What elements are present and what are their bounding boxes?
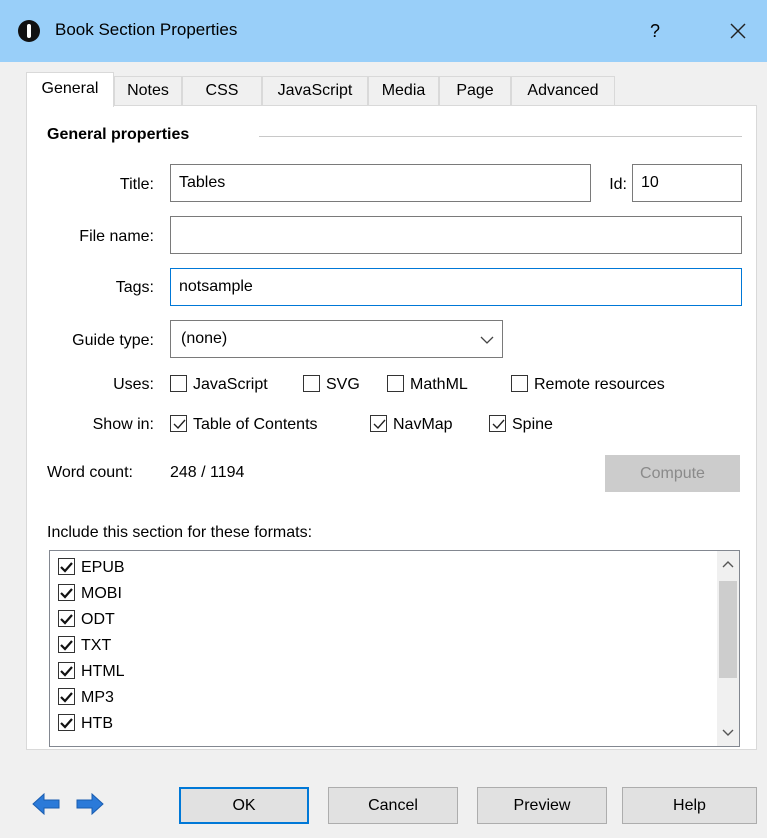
tab-media[interactable]: Media [368,76,439,106]
close-button[interactable] [718,14,758,48]
arrow-left-icon [32,792,60,816]
close-icon [730,23,746,39]
checkbox-box [58,714,75,731]
formats-scrollbar[interactable] [717,551,739,746]
format-htb[interactable]: HTB [58,712,113,736]
tab-advanced[interactable]: Advanced [511,76,615,106]
check-icon [373,419,386,430]
format-epub[interactable]: EPUB [58,556,125,580]
uses-javascript-checkbox[interactable]: JavaScript [170,374,268,396]
id-input[interactable]: 10 [632,164,742,202]
preview-button[interactable]: Preview [477,787,607,824]
compute-button[interactable]: Compute [605,455,740,492]
title-input[interactable]: Tables [170,164,591,202]
arrow-right-icon [76,792,104,816]
general-panel: General properties Title: Tables Id: 10 … [26,105,757,750]
format-odt[interactable]: ODT [58,608,115,632]
checkbox-label: JavaScript [193,376,268,393]
show-in-spine-checkbox[interactable]: Spine [489,414,553,436]
show-in-navmap-checkbox[interactable]: NavMap [370,414,453,436]
guide-type-value: (none) [181,330,228,347]
check-icon [60,614,73,625]
format-mobi[interactable]: MOBI [58,582,122,606]
group-divider [259,136,742,137]
guide-type-dropdown[interactable]: (none) [170,320,503,358]
checkbox-label: MathML [410,376,468,393]
checkbox-box [489,415,506,432]
format-label: HTB [81,715,113,732]
show-in-toc-checkbox[interactable]: Table of Contents [170,414,318,436]
checkbox-box [58,584,75,601]
format-label: ODT [81,611,115,628]
uses-mathml-checkbox[interactable]: MathML [387,374,468,396]
app-icon [18,20,40,42]
formats-list[interactable]: EPUB MOBI ODT TXT HTML MP3 HTB [49,550,740,747]
tab-css[interactable]: CSS [182,76,262,106]
check-icon [60,562,73,573]
checkbox-box [170,415,187,432]
format-html[interactable]: HTML [58,660,125,684]
uses-label: Uses: [113,376,154,393]
checkbox-label: Table of Contents [193,416,318,433]
tags-input[interactable]: notsample [170,268,742,306]
formats-label: Include this section for these formats: [47,524,313,541]
title-bar: Book Section Properties ? [0,0,767,62]
checkbox-box [303,375,320,392]
window-title: Book Section Properties [55,20,238,39]
checkbox-box [58,610,75,627]
check-icon [60,666,73,677]
format-label: TXT [81,637,112,654]
check-icon [60,718,73,729]
word-count-value: 248 / 1194 [170,464,245,481]
checkbox-box [58,558,75,575]
tab-javascript[interactable]: JavaScript [262,76,368,106]
next-section-button[interactable] [76,792,104,816]
show-in-label: Show in: [92,416,154,433]
chevron-down-icon [480,321,494,371]
help-title-button[interactable]: ? [640,16,670,46]
checkbox-box [387,375,404,392]
group-title: General properties [47,126,190,143]
check-icon [492,419,505,430]
checkbox-box [58,688,75,705]
format-label: MP3 [81,689,114,706]
check-icon [173,419,186,430]
format-label: EPUB [81,559,125,576]
tab-notes[interactable]: Notes [114,76,182,106]
filename-label: File name: [79,228,154,245]
checkbox-label: Spine [512,416,553,433]
tab-page[interactable]: Page [439,76,511,106]
checkbox-box [170,375,187,392]
checkbox-box [511,375,528,392]
id-label: Id: [609,176,627,193]
ok-button[interactable]: OK [179,787,309,824]
uses-remote-resources-checkbox[interactable]: Remote resources [511,374,665,396]
checkbox-box [58,662,75,679]
checkbox-label: SVG [326,376,360,393]
scrollbar-thumb[interactable] [719,581,737,678]
scroll-down-icon[interactable] [717,722,739,744]
check-icon [60,640,73,651]
format-mp3[interactable]: MP3 [58,686,114,710]
format-txt[interactable]: TXT [58,634,111,658]
check-icon [60,692,73,703]
uses-svg-checkbox[interactable]: SVG [303,374,360,396]
checkbox-label: NavMap [393,416,453,433]
filename-input[interactable] [170,216,742,254]
scroll-up-icon[interactable] [717,553,739,575]
tab-general[interactable]: General [26,72,114,107]
checkbox-box [370,415,387,432]
cancel-button[interactable]: Cancel [328,787,458,824]
checkbox-label: Remote resources [534,376,665,393]
previous-section-button[interactable] [32,792,60,816]
format-label: HTML [81,663,125,680]
word-count-label: Word count: [47,464,133,481]
tags-label: Tags: [115,279,154,296]
help-button[interactable]: Help [622,787,757,824]
guide-type-label: Guide type: [72,332,154,349]
check-icon [60,588,73,599]
format-label: MOBI [81,585,122,602]
checkbox-box [58,636,75,653]
title-label: Title: [119,176,154,193]
